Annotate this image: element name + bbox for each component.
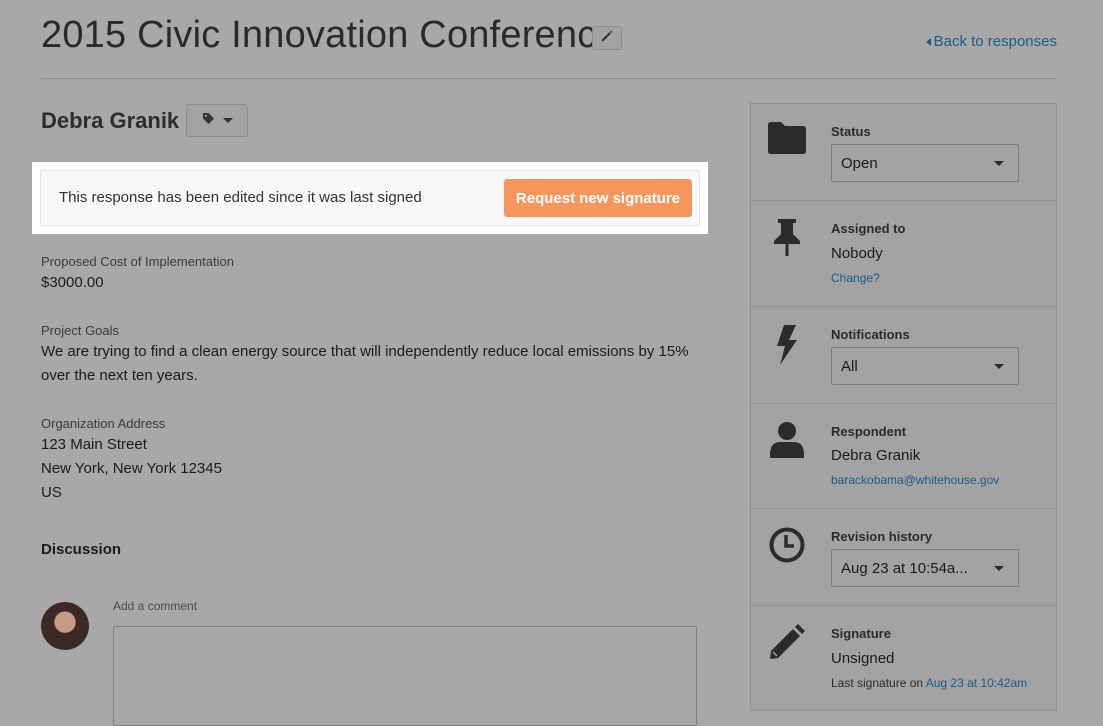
pushpin-icon [767,219,807,259]
edited-since-signed-alert: This response has been edited since it w… [40,170,700,226]
field-value-cost: $3000.00 [41,274,104,291]
user-icon [767,422,807,462]
sidebar-section-respondent: Respondent Debra Granik barackobama@whit… [751,404,1056,509]
field-value-goals-line2: over the next ten years. [41,367,198,384]
field-label-goals: Project Goals [41,323,120,338]
chevron-down-icon [994,161,1004,166]
avatar [41,602,89,650]
respondent-email-link[interactable]: barackobama@whitehouse.gov [831,473,999,487]
back-to-responses-link[interactable]: Back to responses [925,33,1057,50]
chevron-left-icon [925,37,931,46]
revision-title: Revision history [831,529,933,544]
tag-dropdown-button[interactable] [186,104,248,137]
revision-select[interactable]: Aug 23 at 10:54a... [831,549,1019,587]
revision-select-value: Aug 23 at 10:54a... [841,560,968,577]
field-label-address: Organization Address [41,416,166,431]
sidebar-section-signature: Signature Unsigned Last signature on Aug… [751,606,1056,710]
request-new-signature-button[interactable]: Request new signature [504,179,692,217]
change-assignee-link[interactable]: Change? [831,271,880,285]
page-title: 2015 Civic Innovation Conference [41,14,618,56]
status-select-value: Open [841,155,878,172]
header-divider [41,78,1057,79]
last-signature-line: Last signature on Aug 23 at 10:42am [831,676,1027,690]
comment-textarea[interactable] [113,626,697,726]
status-title: Status [831,124,871,139]
comment-label: Add a comment [113,599,198,613]
lightning-icon [767,325,807,365]
pencil-icon [767,624,807,664]
field-value-goals-line1: We are trying to find a clean energy sou… [41,343,689,360]
assigned-title: Assigned to [831,221,906,236]
signature-title: Signature [831,626,891,641]
signature-status: Unsigned [831,650,895,667]
response-sidebar: Status Open Assigned to Nobody Change? N… [750,103,1057,711]
chevron-down-icon [994,364,1004,369]
edit-title-button[interactable] [592,26,622,50]
sidebar-section-revision: Revision history Aug 23 at 10:54a... [751,509,1056,606]
notifications-select[interactable]: All [831,347,1019,385]
field-value-address-line3: US [41,484,62,501]
respondent-title: Respondent [831,424,907,439]
alert-message: This response has been edited since it w… [59,189,422,206]
respondent-heading: Debra Granik [41,108,180,133]
pencil-icon [600,29,614,48]
folder-icon [767,122,807,162]
tag-icon [202,112,215,130]
sidebar-section-assigned: Assigned to Nobody Change? [751,201,1056,307]
chevron-down-icon [222,118,233,123]
field-label-cost: Proposed Cost of Implementation [41,254,234,269]
assigned-value: Nobody [831,245,883,262]
chevron-down-icon [994,566,1004,571]
respondent-name: Debra Granik [831,447,921,464]
notifications-title: Notifications [831,327,910,342]
status-select[interactable]: Open [831,144,1019,182]
field-value-address-line2: New York, New York 12345 [41,460,222,477]
field-value-address-line1: 123 Main Street [41,436,147,453]
sidebar-section-notifications: Notifications All [751,307,1056,404]
sidebar-section-status: Status Open [751,104,1056,201]
clock-icon [767,527,807,567]
last-signature-prefix: Last signature on [831,676,924,690]
last-signature-date-link[interactable]: Aug 23 at 10:42am [926,676,1027,690]
notifications-select-value: All [841,358,858,375]
back-link-label: Back to responses [933,33,1057,50]
discussion-heading: Discussion [41,541,122,558]
